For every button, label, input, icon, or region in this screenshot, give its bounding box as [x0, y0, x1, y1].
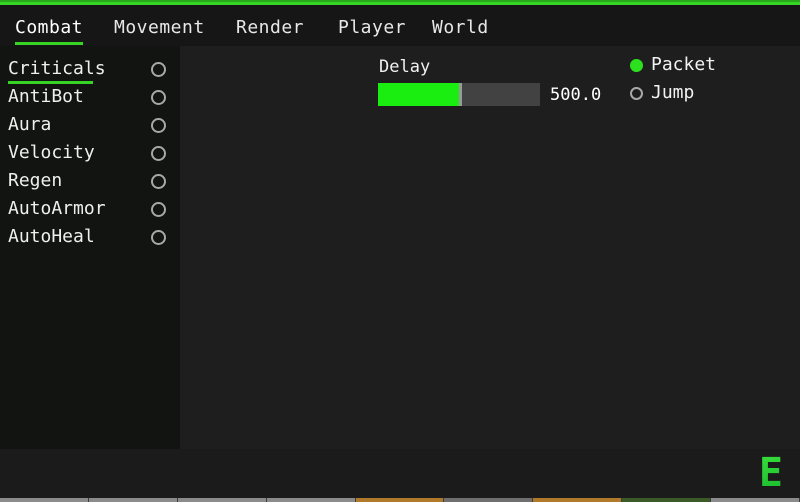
- delay-slider-value: 500.0: [550, 84, 602, 105]
- hotbar-slot: [533, 498, 623, 502]
- radio-option-jump[interactable]: Jump: [630, 79, 716, 107]
- radio-option-jump-label: Jump: [651, 82, 695, 103]
- sidebar-item-aura[interactable]: Aura: [0, 112, 180, 140]
- sidebar-item-velocity[interactable]: Velocity: [0, 140, 180, 168]
- sidebar-item-label: Velocity: [8, 142, 95, 163]
- sidebar-item-label: AutoArmor: [8, 198, 106, 219]
- sidebar-item-label: Aura: [8, 114, 52, 135]
- hotbar-slot: [177, 498, 267, 502]
- tab-player-label: Player: [338, 17, 407, 38]
- delay-slider-row: 500.0: [378, 83, 601, 106]
- hotbar-slot: [0, 498, 89, 502]
- module-toggle-circle-icon[interactable]: [151, 230, 166, 245]
- client-gui-window: Combat Movement Render Player World Crit…: [0, 0, 800, 496]
- tab-movement-label: Movement: [114, 17, 205, 38]
- tab-world-label: World: [432, 17, 489, 38]
- sidebar-item-criticals[interactable]: Criticals: [0, 56, 180, 84]
- tab-movement[interactable]: Movement: [114, 17, 205, 39]
- delay-slider-fill: [378, 83, 459, 106]
- tab-render[interactable]: Render: [236, 17, 304, 39]
- module-toggle-circle-icon[interactable]: [151, 146, 166, 161]
- sidebar-item-autoheal[interactable]: AutoHeal: [0, 224, 180, 252]
- sidebar-item-label: AutoHeal: [8, 226, 95, 247]
- delay-slider-group: Delay 500.0: [378, 57, 601, 106]
- radio-option-packet[interactable]: Packet: [630, 51, 716, 79]
- sidebar-item-label: Regen: [8, 170, 63, 191]
- tab-combat[interactable]: Combat: [15, 17, 84, 45]
- hotbar-slot: [622, 498, 712, 502]
- module-toggle-circle-icon[interactable]: [151, 118, 166, 133]
- radio-option-packet-label: Packet: [651, 54, 717, 75]
- sidebar-item-antibot[interactable]: AntiBot: [0, 84, 180, 112]
- module-settings-pane: Delay 500.0 Packet Jump: [180, 46, 800, 449]
- sidebar-item-autoarmor[interactable]: AutoArmor: [0, 196, 180, 224]
- hotbar-slot: [266, 498, 356, 502]
- delay-slider-knob[interactable]: [459, 83, 462, 106]
- sidebar-item-label: Criticals: [8, 58, 106, 79]
- hotbar-slot: [444, 498, 534, 502]
- tab-player[interactable]: Player: [338, 17, 406, 39]
- module-toggle-circle-icon[interactable]: [151, 90, 166, 105]
- category-navbar: Combat Movement Render Player World: [0, 5, 800, 46]
- module-toggle-circle-icon[interactable]: [151, 174, 166, 189]
- hotbar-slot: [711, 498, 800, 502]
- sidebar-item-regen[interactable]: Regen: [0, 168, 180, 196]
- hotbar-slot: [88, 498, 178, 502]
- module-toggle-circle-icon[interactable]: [151, 62, 166, 77]
- module-list-sidebar: Criticals AntiBot Aura Velocity Regen Au…: [0, 46, 180, 449]
- mode-radio-group: Packet Jump: [630, 51, 716, 107]
- delay-slider-track[interactable]: [378, 83, 540, 106]
- brand-logo: E: [758, 450, 783, 496]
- radio-unselected-icon: [630, 86, 643, 100]
- sidebar-item-label: AntiBot: [8, 86, 84, 107]
- tab-active-underline: [15, 42, 84, 45]
- delay-slider-label: Delay: [379, 57, 431, 77]
- app-screen: Combat Movement Render Player World Crit…: [0, 0, 800, 502]
- minecraft-hotbar: [0, 498, 800, 502]
- tab-render-label: Render: [236, 17, 305, 38]
- gui-footer: E: [0, 449, 800, 496]
- tab-combat-label: Combat: [15, 17, 84, 38]
- module-toggle-circle-icon[interactable]: [151, 202, 166, 217]
- radio-selected-icon: [630, 58, 643, 72]
- tab-world[interactable]: World: [432, 17, 489, 39]
- hotbar-slot: [355, 498, 445, 502]
